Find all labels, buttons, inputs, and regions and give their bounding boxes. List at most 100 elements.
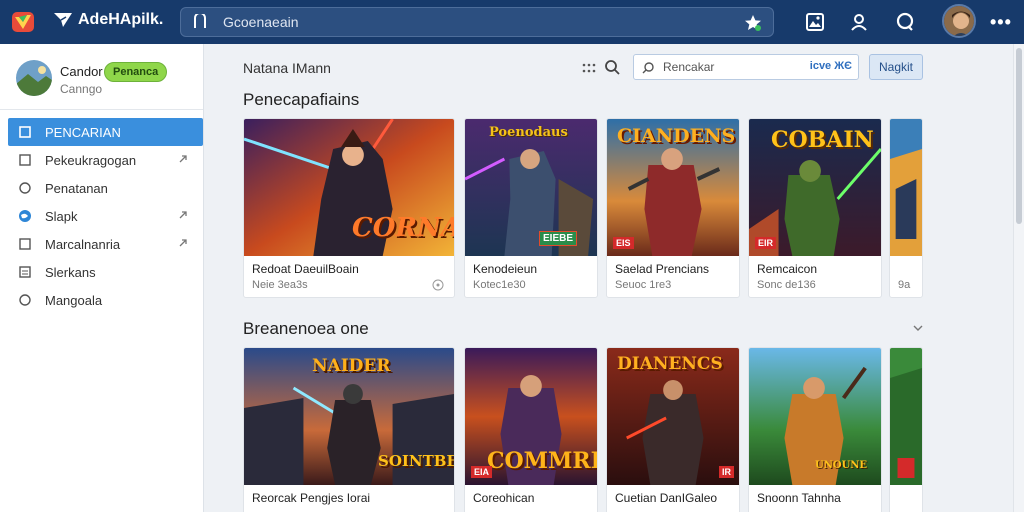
list-icon: [19, 266, 31, 278]
game-art-title: DIANENCS: [617, 354, 723, 374]
circle-icon: [19, 182, 31, 194]
game-card[interactable]: COMMRR EIA Coreohican: [464, 347, 598, 512]
game-art-subtitle: SOINTBEE: [378, 452, 454, 470]
arrow-icon: [179, 239, 187, 247]
section-title: Breanenoea one: [243, 319, 369, 338]
sidebar-divider: [0, 109, 203, 110]
sidebar: Candor Penanca Canngo PENCARIAN Pekeukra…: [0, 44, 204, 512]
card-meta: 9a: [898, 279, 911, 291]
game-art-title: COMMRR: [487, 448, 598, 474]
scrollbar-thumb[interactable]: [1016, 48, 1022, 224]
search-input[interactable]: Gcoenaeain: [223, 14, 299, 30]
sidebar-item-mangoala[interactable]: Mangoala: [0, 286, 204, 314]
sidebar-item-label: Slerkans: [45, 264, 96, 280]
game-card[interactable]: COBAIN EIR Remcaicon Sonc de136: [748, 118, 882, 298]
profile-subtitle: Canngo: [60, 82, 103, 96]
section-title: Penecapafiains: [243, 90, 360, 109]
sidebar-item-slapk[interactable]: Slapk: [0, 202, 204, 230]
sidebar-item-penatanan[interactable]: Penatanan: [0, 174, 204, 202]
circle-icon: [19, 294, 31, 306]
card-title: Reorcak Pengjes Iorai: [252, 491, 371, 505]
rating-badge: EIR: [755, 237, 777, 249]
game-art-title: Poenodaus: [489, 125, 568, 140]
rating-badge: EIEBE: [539, 231, 578, 246]
globe-icon: [19, 210, 31, 222]
app-logo-icon[interactable]: [10, 9, 36, 35]
arrow-icon: [179, 211, 187, 219]
grid-view-icon[interactable]: [581, 62, 597, 74]
sidebar-item-pekeukragogan[interactable]: Pekeukragogan: [0, 146, 204, 174]
profile-name: Candor: [60, 64, 103, 79]
filter-input[interactable]: Rencakar icve ЖЄ: [633, 54, 859, 80]
breadcrumb: Natana IMann: [243, 60, 331, 76]
sidebar-item-label: PENCARIAN: [45, 124, 121, 140]
game-art: [890, 348, 922, 485]
game-card[interactable]: DIANENCS IR Cuetian DanIGaleo: [606, 347, 740, 512]
brand-name: AdeHApilk.: [78, 11, 164, 28]
gallery-icon[interactable]: [804, 11, 826, 33]
main-content: Natana IMann Rencakar icve ЖЄ Nagkit Pen…: [205, 44, 1013, 512]
card-title: Kenodeieun: [473, 262, 538, 276]
game-art-title: UNOUNE: [815, 460, 868, 471]
profile[interactable]: Candor Penanca Canngo: [16, 58, 196, 106]
user-icon[interactable]: [848, 11, 870, 33]
card-title: Coreohican: [473, 491, 535, 505]
card-meta: Seuoc 1re3: [615, 279, 672, 291]
game-card[interactable]: CORNAR Redoat DaeuilBoain Neie 3ea3s: [243, 118, 455, 298]
rating-badge: IR: [719, 466, 734, 478]
chat-icon[interactable]: [894, 11, 916, 33]
card-title: Snoonn Tahnha: [757, 491, 841, 505]
rating-badge: EIS: [613, 237, 634, 249]
scrollbar[interactable]: [1013, 44, 1024, 512]
search-icon[interactable]: [604, 59, 621, 76]
game-card[interactable]: NAIDER SOINTBEE Reorcak Pengjes Iorai: [243, 347, 455, 512]
game-art-title: COBAIN: [771, 127, 874, 153]
card-meta: Neie 3ea3s: [252, 279, 308, 291]
game-art-title: NAIDER: [312, 356, 391, 376]
rating-badge: EIA: [471, 466, 493, 478]
card-meta: Sonc de136: [757, 279, 816, 291]
card-title: Saelad Prencians: [615, 262, 710, 276]
game-card[interactable]: 9a: [889, 118, 923, 298]
brand[interactable]: AdeHApilk.: [52, 10, 163, 30]
game-art-title: CIANDENS: [617, 125, 736, 147]
search-bar[interactable]: Gcoenaeain: [180, 7, 774, 37]
nagkit-button[interactable]: Nagkit: [869, 54, 923, 80]
card-title: Cuetian DanIGaleo: [615, 491, 718, 505]
more-icon[interactable]: •••: [990, 12, 1012, 33]
info-icon[interactable]: [432, 279, 444, 291]
square-icon: [19, 154, 31, 166]
sidebar-item-label: Pekeukragogan: [45, 152, 137, 168]
arrow-icon: [179, 155, 187, 163]
game-card[interactable]: CIANDENS EIS Saelad Prencians Seuoc 1re3: [606, 118, 740, 298]
avatar-face-icon: [944, 6, 974, 36]
game-card[interactable]: [889, 347, 923, 512]
sidebar-nav: PENCARIAN Pekeukragogan Penatanan Slapk …: [0, 118, 204, 314]
chevron-down-icon[interactable]: [913, 324, 923, 332]
sidebar-item-label: Penatanan: [45, 180, 108, 196]
card-meta: Kotec1e30: [473, 279, 526, 291]
avatar[interactable]: [942, 4, 976, 38]
profile-landscape-icon: [16, 60, 52, 96]
filter-placeholder: Rencakar: [663, 60, 715, 74]
profile-badge[interactable]: Penanca: [104, 62, 168, 82]
filter-code: icve ЖЄ: [809, 60, 852, 72]
sidebar-item-pencarian[interactable]: PENCARIAN: [8, 118, 203, 146]
sidebar-item-label: Marcalnanria: [45, 236, 121, 252]
card-title: Remcaicon: [757, 262, 818, 276]
profile-avatar[interactable]: [16, 60, 52, 96]
sidebar-item-slerkans[interactable]: Slerkans: [0, 258, 204, 286]
star-icon[interactable]: [743, 13, 763, 33]
square-icon: [19, 126, 31, 138]
brand-bird-icon: [54, 13, 72, 27]
game-card[interactable]: Poenodaus EIEBE Kenodeieun Kotec1e30: [464, 118, 598, 298]
square-icon: [19, 238, 31, 250]
sidebar-item-marcalnanria[interactable]: Marcalnanria: [0, 230, 204, 258]
card-title: Redoat DaeuilBoain: [252, 262, 359, 276]
game-art: [890, 119, 922, 256]
sidebar-item-label: Slapk: [45, 208, 78, 224]
search-field-icon: [194, 14, 206, 28]
sidebar-item-label: Mangoala: [45, 292, 103, 308]
game-card[interactable]: UNOUNE Snoonn Tahnha: [748, 347, 882, 512]
search-icon: [642, 61, 654, 73]
